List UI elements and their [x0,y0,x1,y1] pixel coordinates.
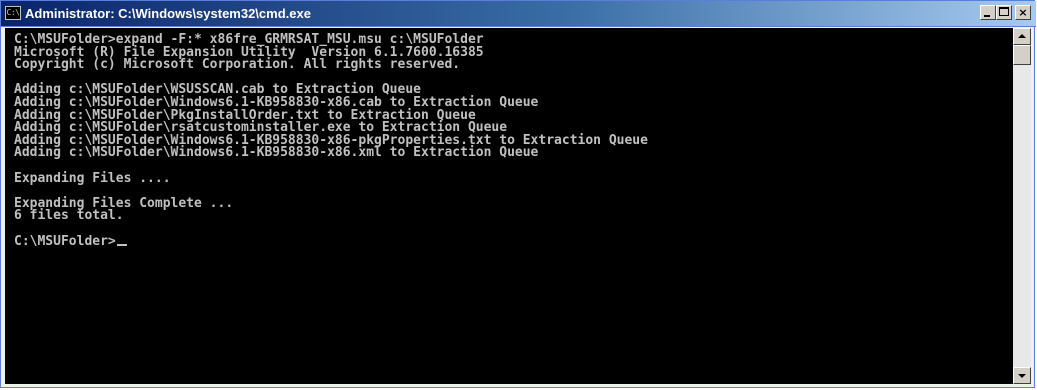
console-line: Adding c:\MSUFolder\Windows6.1-KB958830-… [14,145,539,161]
console-line: Copyright (c) Microsoft Corporation. All… [14,57,461,73]
maximize-button[interactable] [996,5,1012,20]
command-prompt: C:\MSUFolder> [14,233,116,249]
scroll-thumb[interactable] [1013,45,1031,65]
scroll-up-button[interactable] [1013,28,1031,45]
text-cursor [116,243,127,246]
console-lines: C:\MSUFolder>expand -F:* x86fre_GRMRSAT_… [14,32,648,223]
console-text: C:\MSUFolder>expand -F:* x86fre_GRMRSAT_… [14,32,648,249]
maximize-icon [999,7,1009,16]
minimize-button[interactable] [980,5,996,20]
close-button[interactable]: × [1015,5,1031,20]
console-line: 6 files total. [14,208,124,224]
scroll-down-button[interactable] [1013,367,1031,384]
minimize-icon [984,15,990,17]
scroll-down-arrow-icon [1018,374,1026,378]
close-icon: × [1018,6,1028,19]
cmd-window: C:\ Administrator: C:\Windows\system32\c… [0,0,1036,388]
window-title: Administrator: C:\Windows\system32\cmd.e… [25,6,311,21]
console-output[interactable]: C:\MSUFolder>expand -F:* x86fre_GRMRSAT_… [5,28,1013,384]
cmd-icon[interactable]: C:\ [5,6,21,20]
vertical-scrollbar[interactable] [1013,28,1031,384]
title-bar[interactable]: C:\ Administrator: C:\Windows\system32\c… [1,1,1036,27]
console-line: Expanding Files .... [14,170,171,186]
scroll-up-arrow-icon [1018,34,1026,38]
